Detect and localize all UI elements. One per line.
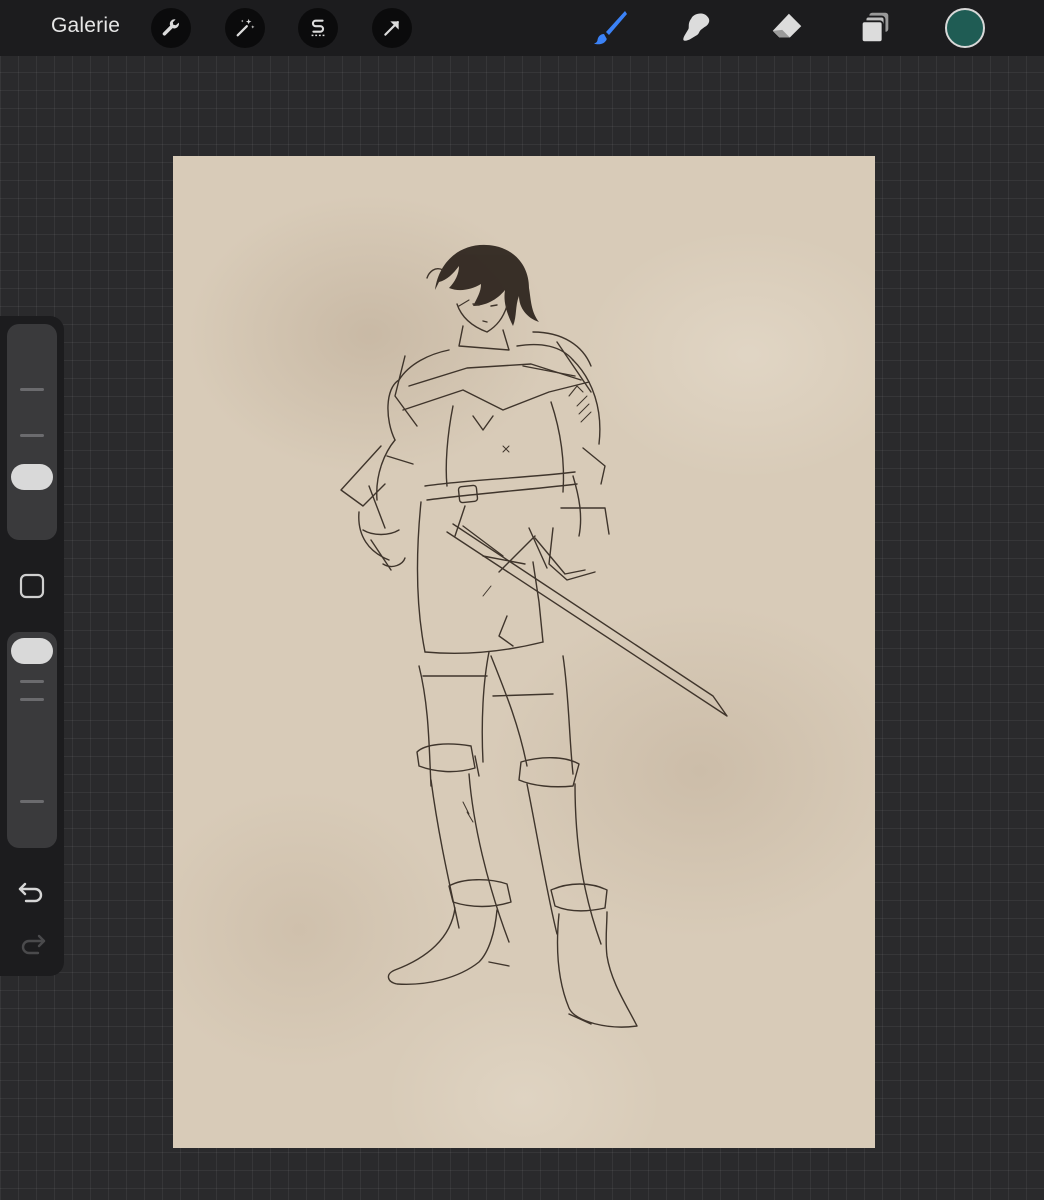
left-sidebar	[0, 316, 64, 976]
selection-s-icon	[311, 19, 325, 37]
undo-arrow-icon[interactable]	[16, 876, 48, 906]
magic-wand-icon	[236, 18, 255, 37]
wrench-icon	[162, 19, 179, 36]
slider-tick	[20, 800, 44, 803]
adjustments-button[interactable]	[225, 8, 265, 48]
smudge-tool-button[interactable]	[675, 8, 719, 48]
drawing-canvas[interactable]	[173, 156, 875, 1148]
transform-button[interactable]	[372, 8, 412, 48]
slider-tick	[20, 388, 44, 391]
smudge-icon	[683, 13, 710, 41]
gallery-button[interactable]: Galerie	[51, 14, 120, 38]
slider-tick	[20, 698, 44, 701]
slider-tick	[20, 680, 44, 683]
opacity-slider[interactable]	[7, 632, 57, 848]
actions-button[interactable]	[151, 8, 191, 48]
top-toolbar: Galerie	[0, 0, 1044, 56]
modify-square-icon[interactable]	[18, 572, 46, 600]
eraser-icon	[772, 13, 802, 38]
knight-sketch	[340, 244, 728, 1028]
redo-arrow-icon[interactable]	[16, 928, 48, 958]
arrow-cursor-icon	[384, 21, 399, 36]
layers-button[interactable]	[853, 8, 897, 48]
opacity-thumb[interactable]	[11, 638, 53, 664]
brush-size-thumb[interactable]	[11, 464, 53, 490]
brush-icon	[594, 11, 627, 45]
color-picker-button[interactable]	[945, 8, 985, 48]
brush-tool-button[interactable]	[587, 8, 631, 48]
brush-size-slider[interactable]	[7, 324, 57, 540]
eraser-tool-button[interactable]	[765, 8, 809, 48]
slider-tick	[20, 434, 44, 437]
layers-icon	[860, 12, 889, 44]
selection-button[interactable]	[298, 8, 338, 48]
